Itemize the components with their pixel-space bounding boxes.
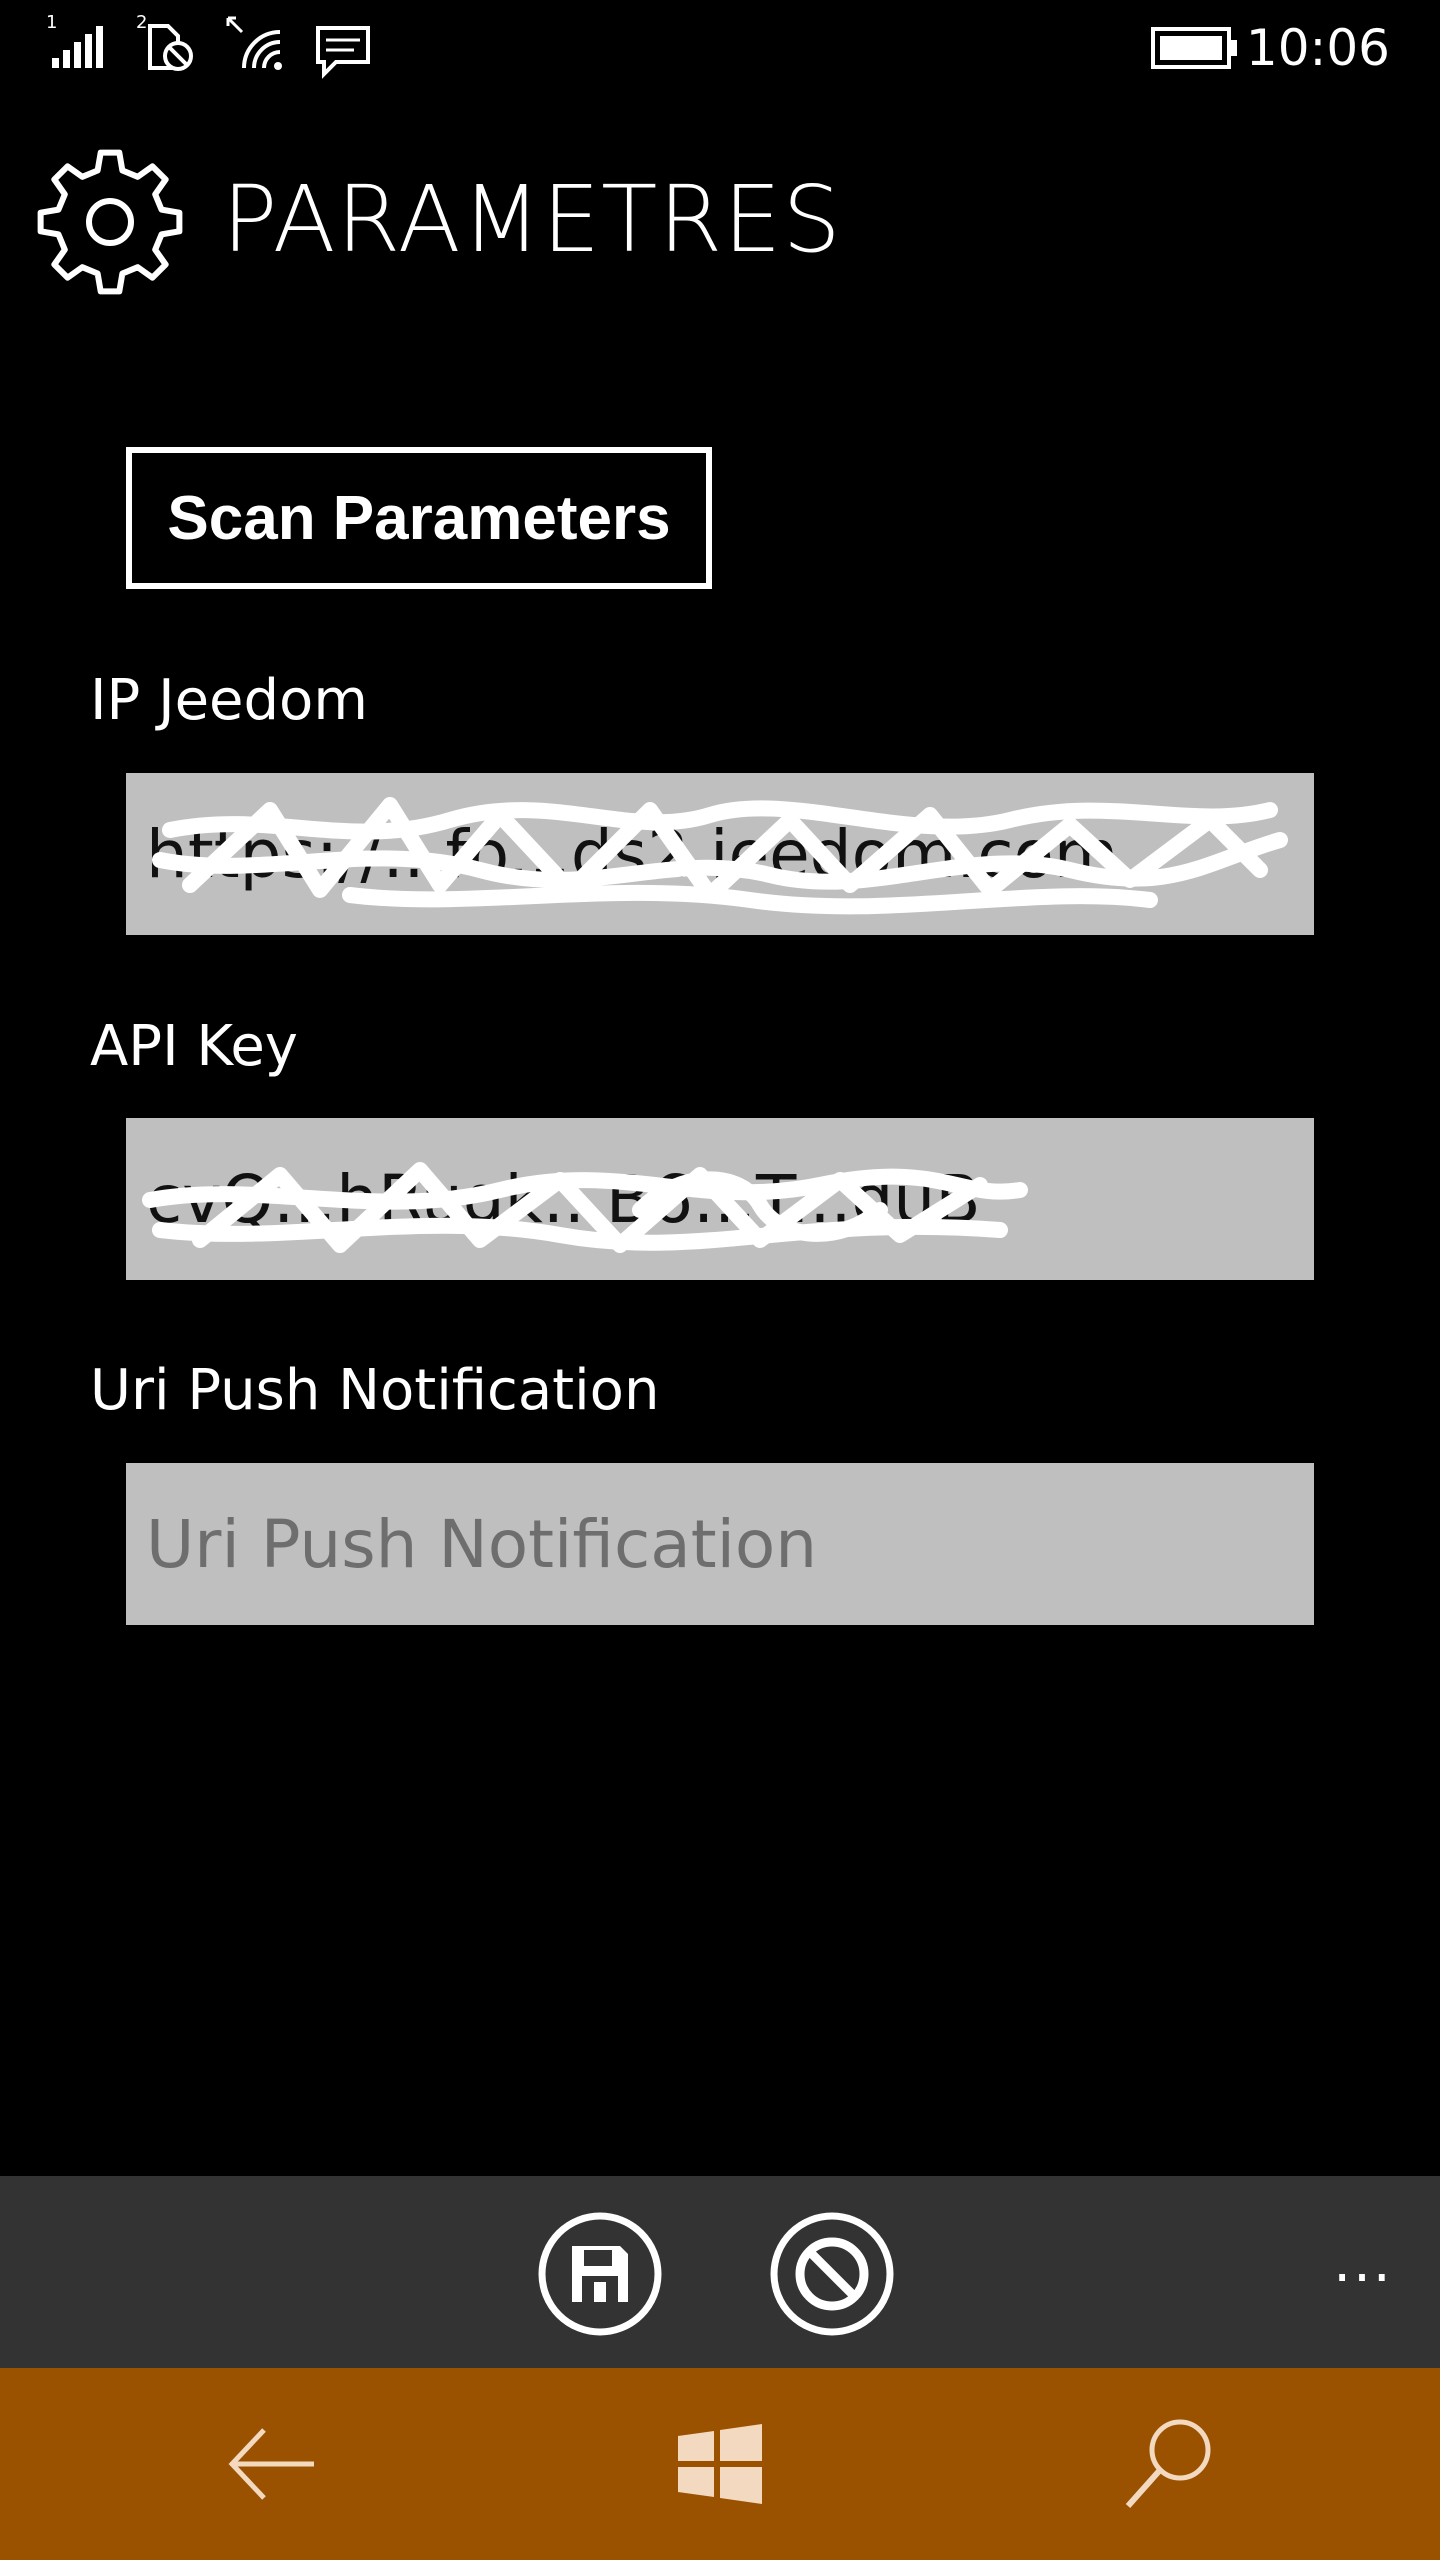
uri-push-input[interactable] xyxy=(126,1463,1314,1625)
signal-strength-icon: 1 xyxy=(46,12,103,68)
back-arrow-icon[interactable] xyxy=(210,2408,330,2520)
save-icon[interactable] xyxy=(536,2210,664,2338)
gear-icon xyxy=(37,149,183,295)
scan-parameters-button[interactable]: Scan Parameters xyxy=(126,447,712,589)
settings-screen: 1 2 10:06 PARAMETRES Scan Parameters IP … xyxy=(0,0,1440,2560)
status-bar: 1 2 10:06 xyxy=(0,0,1440,100)
message-icon xyxy=(316,26,370,79)
uri-push-label: Uri Push Notification xyxy=(90,1358,660,1423)
sim1-label: 1 xyxy=(46,12,57,33)
status-time: 10:06 xyxy=(1245,19,1390,77)
api-key-label: API Key xyxy=(90,1014,298,1079)
ip-jeedom-label: IP Jeedom xyxy=(90,668,368,733)
windows-start-icon[interactable] xyxy=(660,2408,780,2520)
more-options-button[interactable]: ... xyxy=(1318,2228,1408,2298)
search-icon[interactable] xyxy=(1110,2408,1230,2520)
api-key-input[interactable] xyxy=(126,1118,1314,1280)
cancel-icon[interactable] xyxy=(768,2210,896,2338)
ip-jeedom-input[interactable] xyxy=(126,773,1314,935)
battery-icon xyxy=(1151,27,1237,69)
wifi-icon xyxy=(226,16,282,70)
page-title: PARAMETRES xyxy=(222,166,842,273)
navigation-bar xyxy=(0,2368,1440,2560)
sim2-label: 2 xyxy=(136,12,147,33)
app-bar: ... xyxy=(0,2176,1440,2368)
sim-no-signal-icon: 2 xyxy=(136,12,193,71)
